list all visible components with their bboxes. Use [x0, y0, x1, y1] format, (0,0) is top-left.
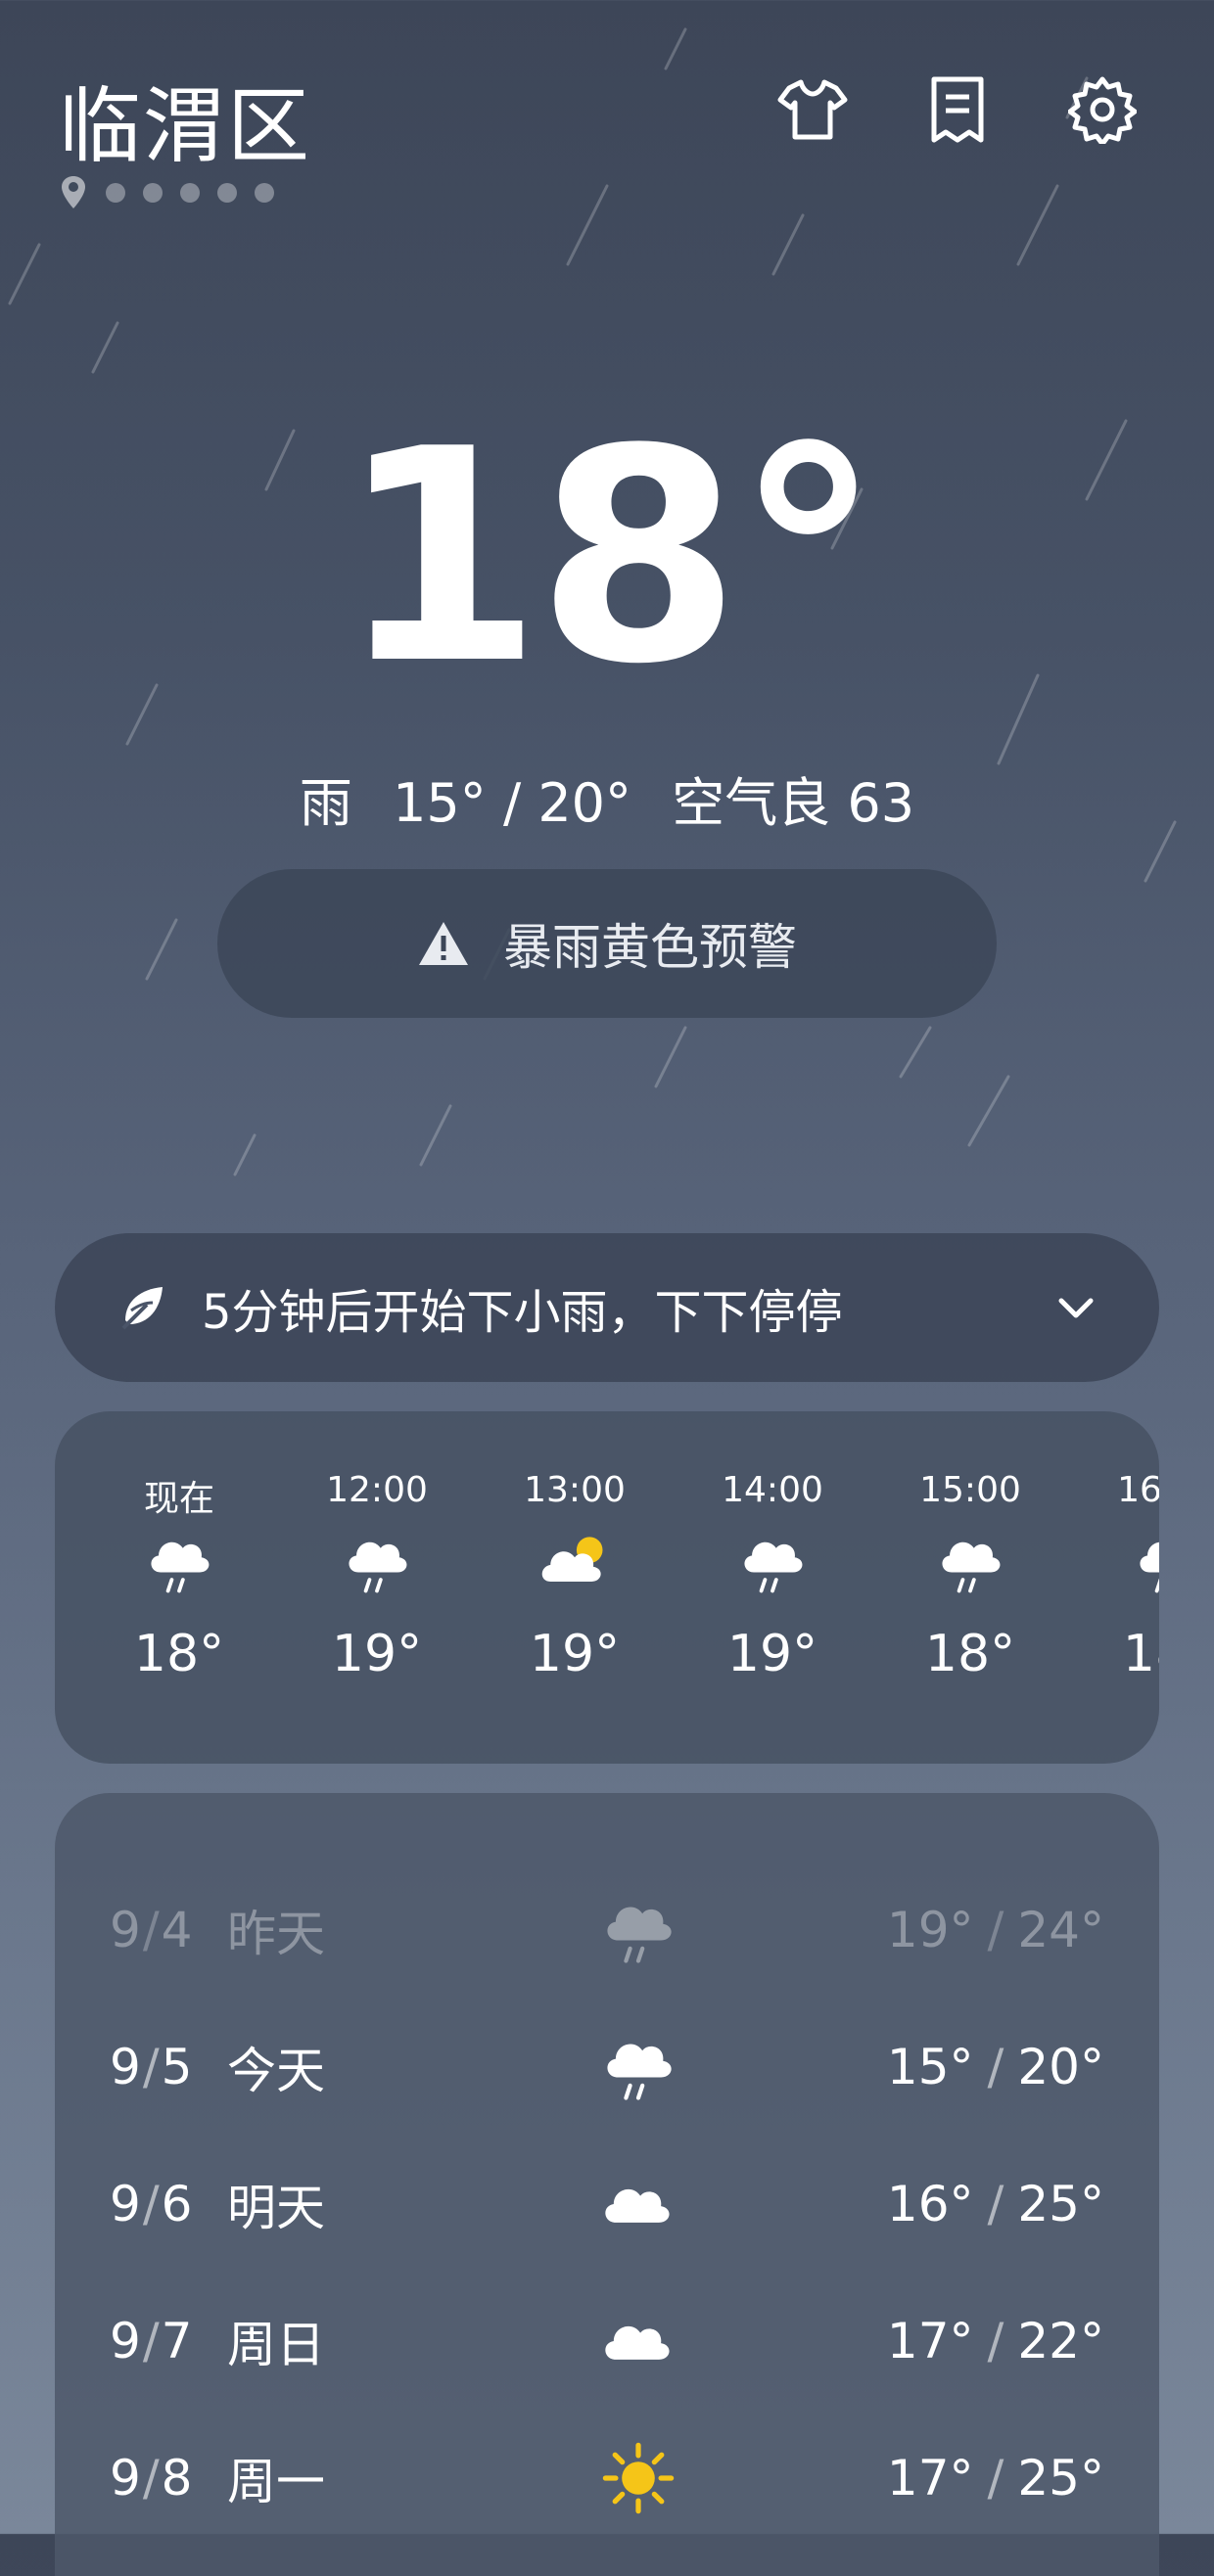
rain-icon [349, 1541, 407, 1593]
location-pin-icon [62, 176, 85, 208]
header: 临渭区 [0, 0, 1214, 215]
condition-text: 雨 [299, 772, 352, 834]
city-name[interactable]: 临渭区 [59, 61, 311, 179]
day-name: 今天 [227, 2043, 325, 2099]
warning-icon [419, 922, 468, 965]
hour-time: 13:00 [524, 1470, 626, 1510]
rain-icon [1140, 1541, 1159, 1593]
temp-range-text: 15° / 20° [393, 772, 632, 834]
rain-icon [607, 1907, 672, 1963]
minutecast-text: 5分钟后开始下小雨，下下停停 [202, 1285, 843, 1340]
hour-time: 14:00 [722, 1470, 823, 1510]
daily-forecast[interactable]: 9/4 昨天 19°/24° 9/5 今天 15°/20° 9/6 明天 16°/2… [55, 1793, 1159, 2576]
hourly-forecast[interactable]: 现在 18° 12:00 19° 13:00 19° 14:00 19° 15:00 [55, 1411, 1159, 1764]
day-date: 9/4 [110, 1902, 193, 1958]
hour-time: 15:00 [919, 1470, 1021, 1510]
air-quality-text[interactable]: 空气良 63 [672, 772, 914, 834]
cloud-icon [605, 2325, 670, 2360]
day-date: 9/6 [110, 2176, 193, 2232]
page-dot [143, 183, 163, 203]
daily-row[interactable]: 9/8 周一 17°/25° [55, 2410, 1159, 2547]
day-name: 周一 [227, 2454, 325, 2510]
hourly-item: 12:00 19° [304, 1470, 450, 1683]
day-name: 周日 [227, 2317, 325, 2373]
chevron-down-icon[interactable] [1051, 1283, 1100, 1332]
day-temp-range: 17°/22° [886, 2313, 1104, 2369]
page-dot [217, 183, 237, 203]
partly-sunny-icon [541, 1537, 603, 1582]
day-name: 明天 [227, 2180, 325, 2236]
minutecast-card[interactable]: 5分钟后开始下小雨，下下停停 [55, 1233, 1159, 1382]
hour-temp: 18° [1122, 1625, 1159, 1683]
daily-row[interactable]: 9/6 明天 16°/25° [55, 2136, 1159, 2273]
daily-row[interactable]: 9/7 周日 17°/22° [55, 2273, 1159, 2410]
hourly-item: 16:00 18° [1095, 1470, 1159, 1683]
day-date: 9/5 [110, 2039, 193, 2095]
hour-temp: 19° [331, 1625, 423, 1683]
shirt-button[interactable] [773, 70, 852, 149]
hourly-item: 13:00 19° [501, 1470, 648, 1683]
hour-temp: 19° [726, 1625, 818, 1683]
page-dot [255, 183, 274, 203]
rain-icon [942, 1541, 1001, 1593]
rain-icon [607, 2044, 672, 2100]
weather-summary: 雨 15° / 20° 空气良 63 [0, 759, 1214, 837]
hourly-item: 14:00 19° [699, 1470, 846, 1683]
daily-row[interactable]: 9/5 今天 15°/20° [55, 1999, 1159, 2136]
notes-button[interactable] [918, 70, 997, 149]
hour-time: 现在 [143, 1479, 214, 1519]
alert-text: 暴雨黄色预警 [503, 919, 797, 976]
gear-icon [1068, 76, 1137, 144]
hour-temp: 18° [133, 1625, 225, 1683]
day-date: 9/7 [110, 2313, 193, 2369]
day-temp-range: 19°/24° [886, 1902, 1104, 1958]
page-dot [106, 183, 125, 203]
hour-time: 16:00 [1117, 1470, 1159, 1510]
day-date: 9/8 [110, 2450, 193, 2507]
hour-temp: 18° [924, 1625, 1016, 1683]
hourly-item: 15:00 18° [897, 1470, 1044, 1683]
daily-row[interactable]: 9/4 昨天 19°/24° [55, 1862, 1159, 1999]
weather-alert-button[interactable]: 暴雨黄色预警 [217, 869, 997, 1018]
day-temp-range: 17°/25° [886, 2450, 1104, 2507]
rain-icon [151, 1541, 210, 1593]
day-name: 昨天 [227, 1906, 325, 1962]
umbrella-leaf-icon [121, 1287, 163, 1330]
shirt-icon [777, 79, 848, 140]
hour-time: 12:00 [326, 1470, 428, 1510]
hourly-item: 现在 18° [106, 1470, 253, 1683]
rain-icon [744, 1541, 803, 1593]
day-temp-range: 15°/20° [886, 2039, 1104, 2095]
sun-icon [602, 2442, 675, 2514]
notes-icon [931, 76, 984, 143]
hour-temp: 19° [529, 1625, 621, 1683]
day-temp-range: 16°/25° [886, 2176, 1104, 2232]
current-temperature: 18° [338, 387, 881, 728]
settings-button[interactable] [1063, 70, 1142, 149]
page-indicator [59, 174, 274, 211]
page-dot [180, 183, 200, 203]
cloud-icon [605, 2188, 670, 2223]
